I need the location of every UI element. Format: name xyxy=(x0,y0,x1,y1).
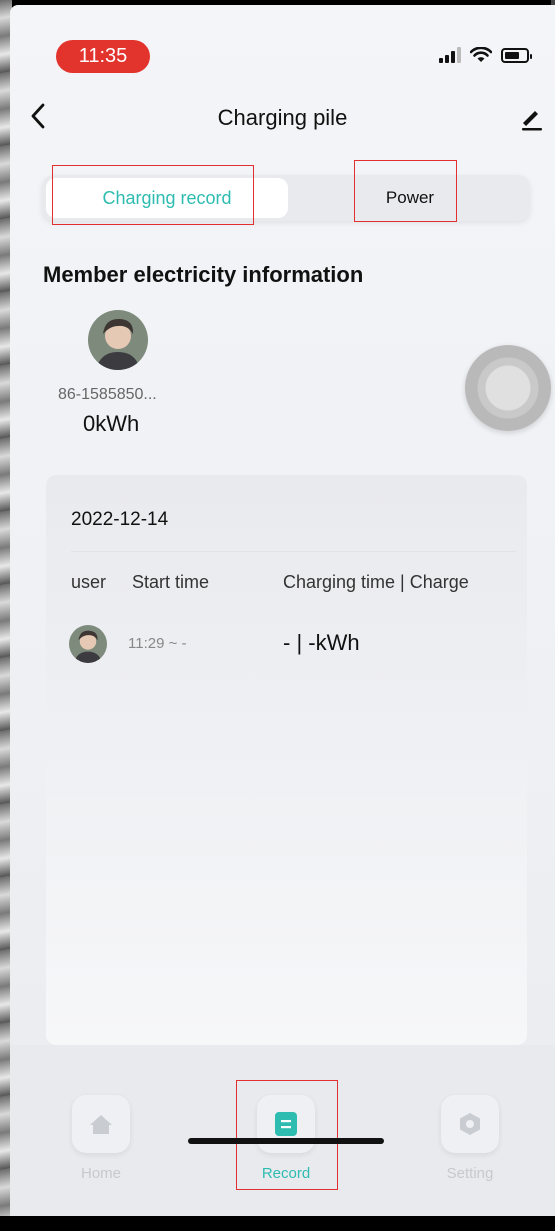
record-user-avatar xyxy=(69,625,107,663)
column-header-charging-time: Charging time | Charge xyxy=(283,572,469,592)
record-start-time: 11:29 ~ - xyxy=(128,635,187,652)
cellular-signal-icon xyxy=(439,47,461,63)
status-time: 11:35 xyxy=(56,40,150,73)
member-energy: 0kWh xyxy=(83,411,140,436)
nav-record-label: Record xyxy=(261,1165,311,1182)
tab-charging-record[interactable]: Charging record xyxy=(46,178,288,218)
record-date: 2022-12-14 xyxy=(71,509,169,530)
column-header-start-time: Start time xyxy=(132,572,210,592)
nav-setting-label: Setting xyxy=(446,1165,494,1182)
wifi-icon xyxy=(470,47,492,62)
member-avatar[interactable] xyxy=(88,310,148,370)
nav-setting[interactable]: Setting xyxy=(425,1095,515,1182)
battery-icon xyxy=(501,47,532,63)
assistive-touch-button[interactable] xyxy=(465,345,551,431)
avatar-photo-icon xyxy=(69,625,107,663)
tab-bar: Charging record Power xyxy=(42,175,530,221)
nav-home-label: Home xyxy=(80,1165,121,1182)
pencil-icon xyxy=(522,111,542,131)
home-icon xyxy=(90,1115,112,1134)
device-bottom-edge xyxy=(0,1216,555,1231)
nav-setting-tile xyxy=(441,1095,499,1153)
status-icons xyxy=(439,47,532,63)
app-screen: 11:35 Charging pile Charging record Powe… xyxy=(10,5,555,1216)
section-title: Member electricity information xyxy=(43,262,364,287)
page-title: Charging pile xyxy=(217,105,348,130)
tab-power[interactable]: Power xyxy=(296,178,524,218)
home-indicator xyxy=(188,1138,384,1144)
member-phone: 86-1585850... xyxy=(58,386,157,403)
nav-home-tile xyxy=(72,1095,130,1153)
charging-record-card: 2022-12-14 user Start time Charging time… xyxy=(46,475,527,1045)
edit-button[interactable] xyxy=(519,105,545,131)
column-header-user: user xyxy=(71,572,107,592)
nav-record-tile xyxy=(257,1095,315,1153)
record-charge: - | -kWh xyxy=(283,630,360,655)
bottom-nav: Home Record Setting xyxy=(10,1045,555,1216)
divider xyxy=(71,551,516,552)
avatar-photo-icon xyxy=(88,310,148,370)
record-icon xyxy=(275,1112,297,1136)
nav-home[interactable]: Home xyxy=(56,1095,146,1182)
setting-icon xyxy=(460,1113,480,1135)
